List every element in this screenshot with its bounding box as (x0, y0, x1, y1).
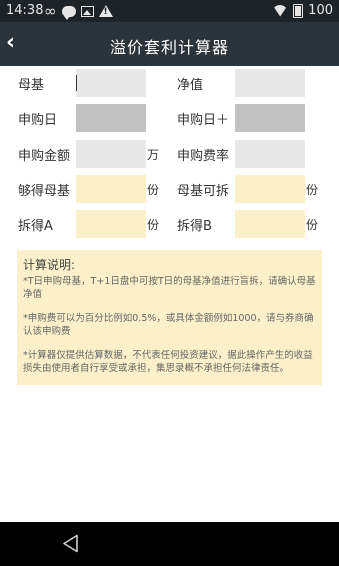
form-row-3: 申购金额 万 申购费率 (0, 140, 339, 168)
muji-input[interactable] (76, 69, 146, 97)
chaide-a-result (76, 210, 146, 238)
jingzhi-label: 净值 (177, 78, 204, 93)
note-item: *T日申购母基，T+1日盘中可按T日的母基净值进行盲拆，请确认母基净值 (23, 276, 316, 300)
status-bar: 14:38 ∞ ! 100 (0, 0, 339, 22)
notification-icons: ∞ ! (44, 2, 113, 20)
shengou-ri-label: 申购日 (18, 113, 58, 128)
title-bar: ‹ 溢价套利计算器 (0, 22, 339, 66)
nav-back-icon[interactable] (62, 534, 79, 553)
form-row-1: 母基 净值 (0, 69, 339, 97)
shengou-ri-input[interactable] (76, 104, 146, 132)
chaide-b-unit: 份 (306, 218, 319, 232)
goude-muji-label: 够得母基 (18, 184, 71, 199)
chaide-a-unit: 份 (147, 218, 160, 232)
battery-icon (293, 3, 304, 18)
calculation-notes: 计算说明: *T日申购母基，T+1日盘中可按T日的母基净值进行盲拆，请确认母基净… (17, 250, 322, 385)
page-title: 溢价套利计算器 (109, 38, 229, 57)
shengou-jine-unit: 万 (147, 148, 160, 162)
form-row-5: 拆得A 份 拆得B 份 (0, 210, 339, 238)
chaide-b-result (235, 210, 305, 238)
notes-title: 计算说明: (23, 258, 76, 272)
shengou-ri-plus-label: 申购日＋ (177, 113, 230, 128)
chaide-a-label: 拆得A (18, 219, 53, 234)
muji-label: 母基 (18, 78, 45, 93)
goude-muji-unit: 份 (147, 183, 160, 197)
goude-muji-result (76, 175, 146, 203)
shengou-feilv-label: 申购费率 (177, 149, 230, 164)
message-icon (61, 5, 76, 20)
note-item: *申购费可以为百分比例如0.5%，或具体金额例如1000，请与券商确认该申购费 (23, 313, 314, 337)
jingzhi-input[interactable] (235, 69, 305, 97)
shengou-ri-plus-input[interactable] (235, 104, 305, 132)
shengou-jine-label: 申购金额 (18, 149, 71, 164)
photo-icon (80, 5, 94, 17)
battery-level: 100 (308, 3, 333, 18)
form-row-4: 够得母基 份 母基可拆 份 (0, 175, 339, 203)
note-item: *计算器仅提供估算数据，不代表任何投资建议，据此操作产生的收益损失由使用者自行享… (23, 350, 313, 374)
muji-kechai-result (235, 175, 305, 203)
shengou-jine-input[interactable] (76, 140, 146, 168)
wifi-icon (272, 5, 288, 17)
warning-icon: ! (98, 5, 113, 17)
system-icons: 100 (272, 3, 333, 18)
navigation-bar (0, 522, 339, 566)
status-time: 14:38 (6, 3, 44, 18)
shengou-feilv-input[interactable] (235, 140, 305, 168)
infinity-icon: ∞ (44, 2, 57, 20)
form-row-2: 申购日 申购日＋ (0, 104, 339, 132)
muji-kechai-unit: 份 (306, 183, 319, 197)
muji-kechai-label: 母基可拆 (177, 184, 230, 199)
chaide-b-label: 拆得B (177, 219, 212, 234)
